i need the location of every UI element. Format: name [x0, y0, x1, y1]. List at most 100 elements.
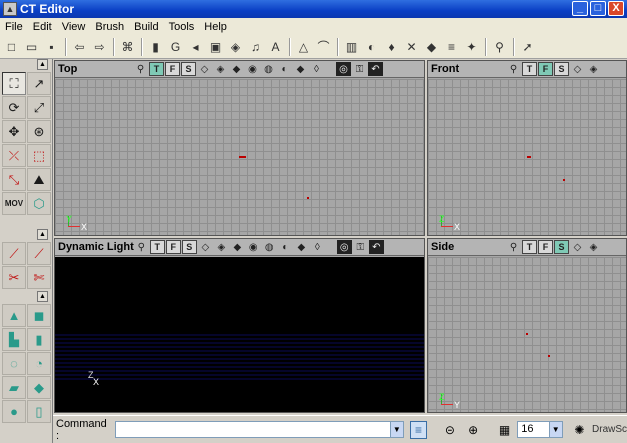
vertex-edit-icon[interactable]: ⤫	[2, 144, 26, 167]
curved-stairs-icon[interactable]: ◔	[27, 352, 51, 375]
undo-icon[interactable]: ↶	[368, 62, 383, 76]
texture-icon[interactable]: ◆	[229, 62, 244, 76]
arrow-right-icon[interactable]: ⇨	[90, 37, 109, 56]
zone-icon[interactable]: ◈	[214, 240, 229, 254]
depth-icon[interactable]: ◐	[277, 62, 292, 76]
menu-view[interactable]: View	[57, 21, 91, 33]
actor-marker[interactable]	[307, 197, 309, 199]
select-box-icon[interactable]: ⬚	[27, 144, 51, 167]
view-side-toggle[interactable]: S	[181, 240, 197, 254]
terrain-view-icon[interactable]: ◊	[309, 62, 324, 76]
undo-icon[interactable]: ↶	[368, 240, 384, 254]
side-grid[interactable]: ZY	[428, 257, 626, 412]
view-side-toggle[interactable]: S	[554, 240, 569, 254]
terrain-view-icon[interactable]: ◊	[310, 240, 325, 254]
menu-brush[interactable]: Brush	[90, 21, 129, 33]
volume-icon[interactable]: ▯	[27, 400, 51, 423]
view-top-toggle[interactable]: T	[522, 62, 537, 76]
actor-marker[interactable]	[526, 333, 528, 335]
build-all-icon[interactable]: ◆	[422, 37, 441, 56]
move-axes-icon[interactable]: ✥	[2, 120, 26, 143]
rotate-icon[interactable]: ⟳	[2, 96, 26, 119]
bulb-icon[interactable]: ♦	[382, 37, 401, 56]
menu-build[interactable]: Build	[129, 21, 163, 33]
mov-icon[interactable]: MOV	[2, 192, 26, 215]
view-front-toggle[interactable]: F	[165, 240, 181, 254]
view-front-toggle[interactable]: F	[165, 62, 180, 76]
paths-icon[interactable]: ✕	[402, 37, 421, 56]
cube-icon[interactable]: ⬡	[27, 192, 51, 215]
close-button[interactable]: X	[608, 1, 624, 16]
view-top-toggle[interactable]: T	[149, 240, 165, 254]
build-geometry-icon[interactable]: ▥	[342, 37, 361, 56]
pointer-icon[interactable]: ➚	[518, 37, 537, 56]
sound-icon[interactable]: ◂	[186, 37, 205, 56]
cone-icon[interactable]: ▲	[2, 304, 26, 327]
wireframe-icon[interactable]: ◇	[570, 62, 585, 76]
zone-icon[interactable]: ◈	[586, 62, 601, 76]
eye-icon[interactable]: ◎	[336, 62, 351, 76]
snap-icon[interactable]: ⊕	[465, 421, 482, 439]
command-input[interactable]: ▼	[114, 421, 404, 438]
clip-icon[interactable]: ✂	[2, 266, 26, 289]
draw-scale-icon[interactable]: ✺	[571, 421, 588, 439]
lit-icon[interactable]: ◉	[245, 62, 260, 76]
viewport-3d[interactable]: Dynamic Light ⚲ T F S ◇ ◈ ◆ ◉ ◍ ◐ ◆ ◊ ◎ …	[54, 238, 425, 413]
menu-file[interactable]: File	[0, 21, 28, 33]
depth-icon[interactable]: ◐	[278, 240, 293, 254]
collapse-toggle[interactable]: ▲	[37, 59, 48, 70]
wireframe-icon[interactable]: ◇	[570, 240, 585, 254]
lighting-icon[interactable]: ◆	[294, 240, 309, 254]
actor-marker[interactable]	[527, 156, 531, 158]
zone-icon[interactable]: ◈	[586, 240, 601, 254]
front-grid[interactable]: ZX	[428, 79, 626, 235]
sliders-icon[interactable]: ≡	[442, 37, 461, 56]
collapse-toggle[interactable]: ▲	[37, 229, 48, 240]
actor-marker[interactable]	[563, 179, 565, 181]
build-lighting-icon[interactable]: ◐	[362, 37, 381, 56]
tetra-icon[interactable]: ◆	[27, 376, 51, 399]
viewport-top[interactable]: Top ⚲ T F S ◇ ◈ ◆ ◉ ◍ ◐ ◆ ◊ ◎ ⚿ ↶ YX	[54, 60, 425, 236]
open-folder-icon[interactable]: ▭	[22, 37, 41, 56]
clip-flip-icon[interactable]: ✄	[27, 266, 51, 289]
scale-icon[interactable]: ⤢	[27, 96, 51, 119]
cube-brush-icon[interactable]: ◼	[27, 304, 51, 327]
menu-edit[interactable]: Edit	[28, 21, 57, 33]
actor-icon[interactable]: ▮	[146, 37, 165, 56]
lit-icon[interactable]: ◉	[246, 240, 261, 254]
chevron-down-icon[interactable]: ▼	[548, 422, 562, 437]
menu-tools[interactable]: Tools	[164, 21, 200, 33]
stairs-icon[interactable]: ▙	[2, 328, 26, 351]
maximize-button[interactable]: □	[590, 1, 606, 16]
unlit-icon[interactable]: ◍	[262, 240, 277, 254]
mesh-browser-icon[interactable]: ◈	[226, 37, 245, 56]
log-window-icon[interactable]: ≡	[409, 420, 428, 439]
camera-pin-icon[interactable]: ⚲	[506, 240, 521, 254]
wireframe-icon[interactable]: ◇	[197, 62, 212, 76]
key-icon[interactable]: ⚿	[352, 62, 367, 76]
terrain-icon[interactable]: ⌒	[314, 37, 333, 56]
key-icon[interactable]: ⚿	[353, 240, 368, 254]
view-side-toggle[interactable]: S	[554, 62, 569, 76]
spiral-stairs-icon[interactable]: ◌	[2, 352, 26, 375]
texture-icon[interactable]: ◆	[230, 240, 245, 254]
menu-help[interactable]: Help	[199, 21, 232, 33]
music-icon[interactable]: ♫	[246, 37, 265, 56]
camera-pin-icon[interactable]: ⚲	[506, 62, 521, 76]
camera-move-icon[interactable]: ⛶	[2, 72, 26, 95]
zone-icon[interactable]: ◈	[213, 62, 228, 76]
texture-browser-icon[interactable]: ▣	[206, 37, 225, 56]
binoculars-icon[interactable]: ⌘	[118, 37, 137, 56]
viewport-side[interactable]: Side ⚲ T F S ◇ ◈ ZY	[427, 238, 627, 413]
camera-pin-icon[interactable]: ⚲	[134, 240, 149, 254]
viewport-front[interactable]: Front ⚲ T F S ◇ ◈ ZX	[427, 60, 627, 236]
play-figure-icon[interactable]: ⚲	[490, 37, 509, 56]
view-front-toggle[interactable]: F	[538, 62, 553, 76]
font-icon[interactable]: A	[266, 37, 285, 56]
light-icon[interactable]: ✦	[462, 37, 481, 56]
wireframe-icon[interactable]: ◇	[198, 240, 213, 254]
line-tool-icon[interactable]: ⟋	[2, 242, 26, 265]
arrow-left-icon[interactable]: ⇦	[70, 37, 89, 56]
triangle-red-icon[interactable]: △	[294, 37, 313, 56]
group-icon[interactable]: G	[166, 37, 185, 56]
